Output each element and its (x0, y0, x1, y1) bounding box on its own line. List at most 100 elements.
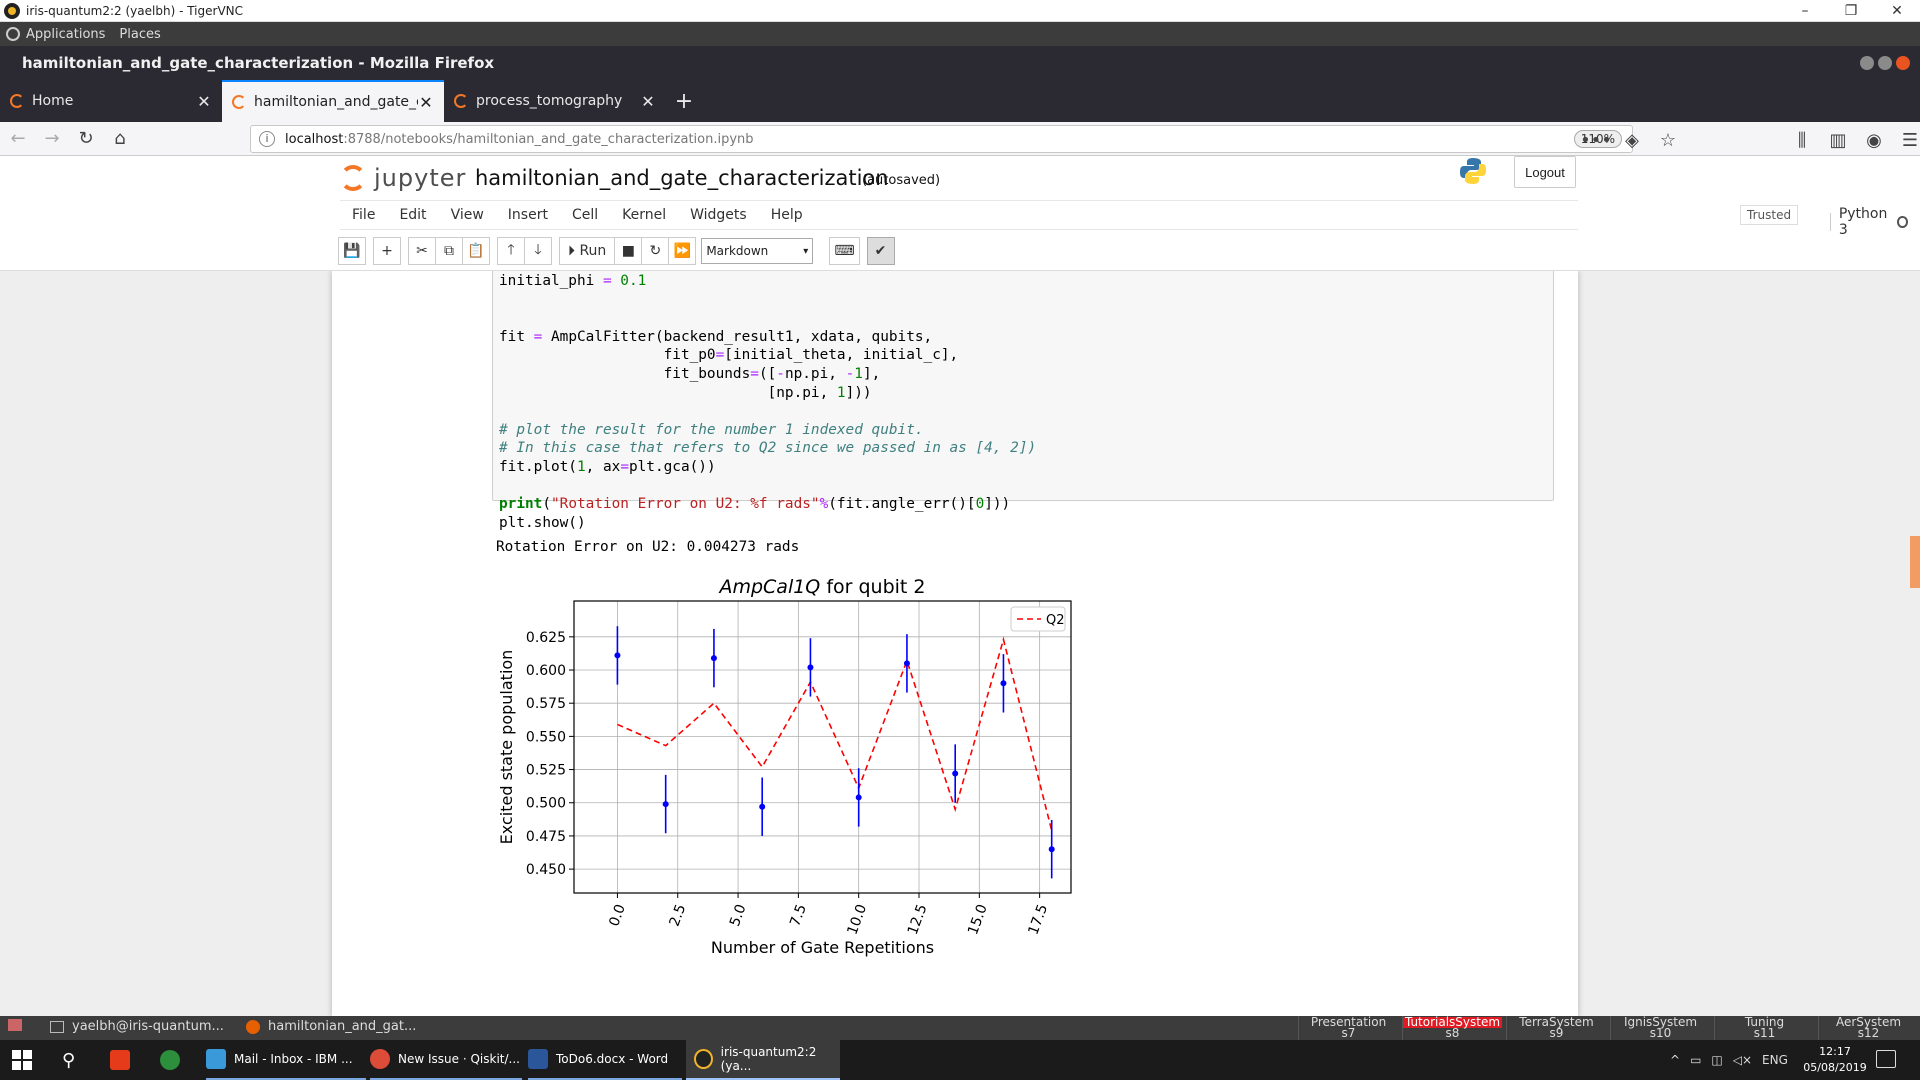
language-indicator[interactable]: ENG (1762, 1053, 1788, 1067)
app-icon-c[interactable] (110, 1040, 138, 1080)
check-icon[interactable]: ✔ (866, 237, 895, 265)
network-icon[interactable]: ◫ (1711, 1053, 1722, 1067)
restart-icon[interactable]: ↻ (641, 237, 670, 265)
plot-title: AmpCal1Q for qubit 2 (717, 576, 925, 598)
taskbar-chrome[interactable]: New Issue · Qiskit/... (370, 1040, 522, 1080)
site-info-icon[interactable]: i (259, 131, 275, 147)
gnome-bottom-panel: yaelbh@iris-quantum... hamiltonian_and_g… (0, 1016, 1920, 1040)
paste-icon[interactable]: 📋 (462, 237, 490, 265)
cut-icon[interactable]: ✂ (408, 237, 436, 265)
page-actions-icon[interactable]: ••• (1580, 126, 1612, 154)
notebook-title[interactable]: hamiltonian_and_gate_characterization (475, 166, 889, 190)
navigation-bar: ← → ↻ ⌂ i localhost:8788/notebooks/hamil… (0, 122, 1920, 156)
url-bar[interactable]: i localhost:8788/notebooks/hamiltonian_a… (250, 125, 1633, 153)
menu-view[interactable]: View (439, 207, 496, 223)
restart-run-all-icon[interactable]: ⏩ (668, 237, 697, 265)
tray-chevron-icon[interactable]: ^ (1670, 1053, 1680, 1067)
menu-file[interactable]: File (340, 207, 387, 223)
workspace-ignis[interactable]: IgnisSystem s10 (1610, 1016, 1710, 1040)
legend: Q2 (1010, 606, 1066, 632)
taskbar-word[interactable]: ToDo6.docx - Word (528, 1040, 682, 1080)
copy-icon[interactable]: ⧉ (435, 237, 463, 265)
battery-icon[interactable]: ▭ (1690, 1053, 1701, 1067)
menu-cell[interactable]: Cell (560, 207, 610, 223)
cell-type-select[interactable]: Markdown (701, 238, 814, 264)
close-button[interactable]: ✕ (1874, 3, 1920, 19)
trusted-indicator[interactable]: Trusted (1740, 205, 1799, 225)
menu-insert[interactable]: Insert (496, 207, 560, 223)
window-maximize-icon[interactable] (1878, 56, 1892, 70)
tab-close-icon[interactable]: ✕ (640, 92, 656, 111)
tab-home[interactable]: Home ✕ (0, 80, 222, 122)
tab-close-icon[interactable]: ✕ (418, 93, 434, 112)
forward-icon[interactable]: → (36, 125, 68, 153)
windows-start-icon[interactable] (12, 1050, 32, 1070)
terminal-icon (50, 1020, 64, 1033)
y-tick-label: 0.600 (526, 663, 566, 679)
back-icon[interactable]: ← (2, 125, 34, 153)
run-icon: ⏵ (568, 243, 580, 259)
command-palette-icon[interactable]: ⌨ (829, 237, 860, 265)
code-editor[interactable]: initial_phi = 0.1 fit = AmpCalFitter(bac… (499, 272, 1036, 532)
x-tick-label: 0.0 (606, 902, 629, 928)
places-menu[interactable]: Places (119, 27, 160, 42)
workspace-tutorials[interactable]: TutorialsSystem s8 (1402, 1016, 1502, 1040)
code-cell[interactable]: initial_phi = 0.1 fit = AmpCalFitter(bac… (492, 271, 1554, 531)
tab-close-icon[interactable]: ✕ (196, 92, 212, 111)
applications-menu[interactable]: Applications (26, 27, 105, 42)
logout-button[interactable]: Logout (1514, 156, 1576, 188)
reload-icon[interactable]: ↻ (70, 125, 102, 153)
x-tick-label: 10.0 (845, 902, 871, 937)
move-up-icon[interactable]: 🡑 (497, 237, 525, 265)
volume-icon[interactable]: ◁× (1733, 1053, 1752, 1067)
window-close-icon[interactable] (1896, 56, 1910, 70)
minimize-button[interactable]: – (1782, 3, 1828, 19)
search-icon[interactable]: ⚲ (62, 1040, 75, 1080)
workspace-terra[interactable]: TerraSystem s9 (1506, 1016, 1606, 1040)
axis-ticks: 0.0 2.5 5.0 7.5 10.0 12.5 15.0 17.5 0.625 0.600 0.… (526, 630, 1051, 937)
clock[interactable]: 12:17 05/08/2019 (1798, 1044, 1872, 1076)
tab-hamiltonian[interactable]: hamiltonian_and_gate_characterization ✕ (222, 80, 444, 122)
window-label: hamiltonian_and_gat... (268, 1019, 417, 1034)
new-tab-button[interactable]: + (666, 80, 702, 122)
workspace-tuning[interactable]: Tuning s11 (1714, 1016, 1814, 1040)
taskbar-mail[interactable]: Mail - Inbox - IBM ... (206, 1040, 366, 1080)
restore-button[interactable]: ❐ (1828, 3, 1874, 19)
window-minimize-icon[interactable] (1860, 56, 1874, 70)
run-button[interactable]: ⏵ Run (559, 237, 616, 265)
sidebar-icon[interactable]: ▥ (1822, 126, 1854, 154)
legend-label: Q2 (1046, 613, 1065, 628)
y-tick-label: 0.575 (526, 696, 566, 712)
bookmark-star-icon[interactable]: ☆ (1652, 126, 1684, 154)
home-icon[interactable]: ⌂ (104, 125, 136, 153)
tab-process-tomography[interactable]: process_tomography ✕ (444, 80, 666, 122)
jupyter-logo[interactable]: jupyter (340, 164, 466, 192)
y-axis-label: Excited state population (497, 650, 516, 845)
app-icon-globe[interactable] (160, 1040, 188, 1080)
library-icon[interactable]: ⫼ (1786, 126, 1818, 154)
data-point (614, 652, 621, 659)
workspace-presentation[interactable]: Presentation s7 (1298, 1016, 1398, 1040)
menu-help[interactable]: Help (759, 207, 815, 223)
save-icon[interactable]: 💾 (338, 237, 366, 265)
data-point (662, 801, 669, 808)
window-list-firefox[interactable]: hamiltonian_and_gat... (246, 1019, 416, 1034)
fit-line-q2 (617, 636, 1053, 831)
screen: iris-quantum2:2 (yaelbh) - TigerVNC – ❐ … (0, 0, 1920, 1080)
workspace-aer[interactable]: AerSystem s12 (1818, 1016, 1918, 1040)
scrollbar-thumb[interactable] (1910, 536, 1920, 588)
menu-edit[interactable]: Edit (387, 207, 438, 223)
interrupt-icon[interactable]: ■ (614, 237, 643, 265)
taskbar-vnc[interactable]: iris-quantum2:2 (ya... (686, 1040, 840, 1080)
hamburger-menu-icon[interactable]: ☰ (1894, 126, 1920, 154)
insert-cell-icon[interactable]: + (373, 237, 401, 265)
firefox-icon (246, 1019, 260, 1034)
menu-kernel[interactable]: Kernel (610, 207, 678, 223)
show-desktop-icon[interactable] (8, 1019, 30, 1031)
menu-widgets[interactable]: Widgets (678, 207, 759, 223)
account-icon[interactable]: ◉ (1858, 126, 1890, 154)
move-down-icon[interactable]: 🡓 (524, 237, 552, 265)
notifications-icon[interactable] (1876, 1050, 1896, 1068)
window-list-terminal[interactable]: yaelbh@iris-quantum... (50, 1019, 224, 1034)
pocket-icon[interactable]: ◈ (1616, 126, 1648, 154)
